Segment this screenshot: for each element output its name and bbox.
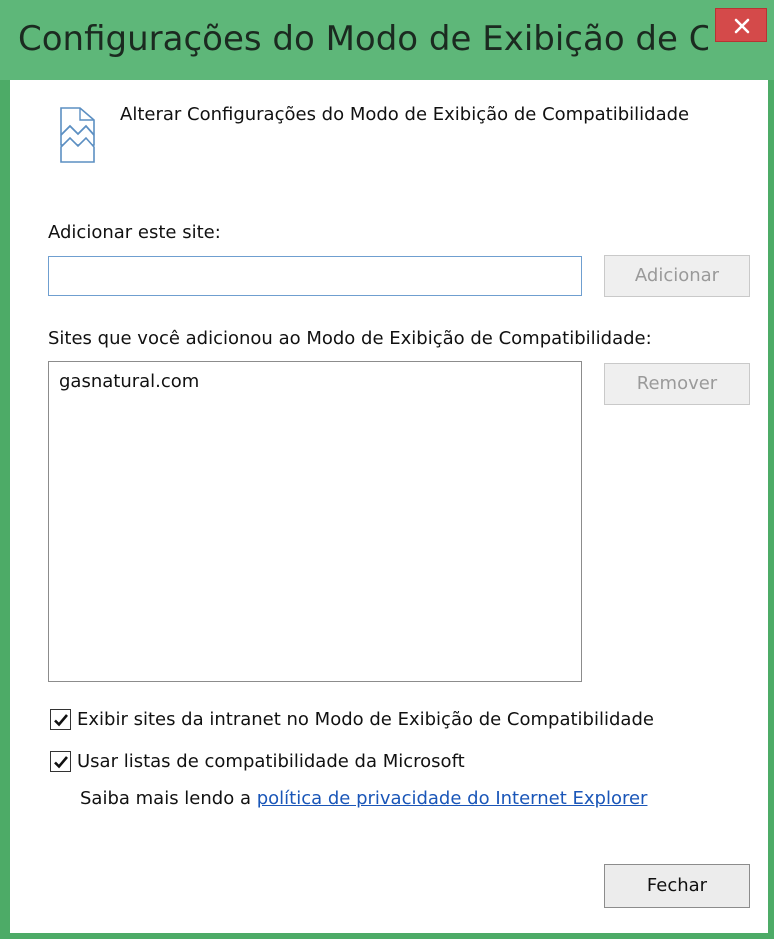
add-site-input[interactable] [48,256,582,296]
intranet-checkbox[interactable] [50,708,71,730]
add-site-label: Adicionar este site: [48,222,221,243]
dialog-window: Configurações do Modo de Exibição de Com… [0,0,774,939]
dialog-content: Alterar Configurações do Modo de Exibiçã… [10,80,768,933]
title-bar[interactable]: Configurações do Modo de Exibição de Com… [0,0,774,80]
intranet-option-label: Exibir sites da intranet no Modo de Exib… [77,708,654,730]
dialog-heading: Alterar Configurações do Modo de Exibiçã… [120,104,690,125]
learn-more-text: Saiba mais lendo a política de privacida… [80,788,647,809]
list-item[interactable]: gasnatural.com [59,368,571,396]
window-title: Configurações do Modo de Exibição de Com… [18,19,708,59]
compatibility-view-icon [58,107,98,167]
sites-list[interactable]: gasnatural.com [48,361,582,682]
microsoft-lists-option[interactable]: Usar listas de compatibilidade da Micros… [50,748,465,774]
add-button[interactable]: Adicionar [604,255,750,297]
learn-more-prefix: Saiba mais lendo a [80,788,257,809]
intranet-option[interactable]: Exibir sites da intranet no Modo de Exib… [50,706,654,732]
microsoft-lists-checkbox[interactable] [50,750,71,772]
close-button[interactable] [715,8,767,42]
close-icon [734,18,750,34]
checkmark-icon [54,755,68,768]
sites-list-label: Sites que você adicionou ao Modo de Exib… [48,328,652,349]
checkmark-icon [54,713,68,726]
microsoft-lists-option-label: Usar listas de compatibilidade da Micros… [77,750,465,772]
privacy-policy-link[interactable]: política de privacidade do Internet Expl… [257,788,648,809]
close-dialog-button[interactable]: Fechar [604,864,750,908]
remove-button[interactable]: Remover [604,363,750,405]
